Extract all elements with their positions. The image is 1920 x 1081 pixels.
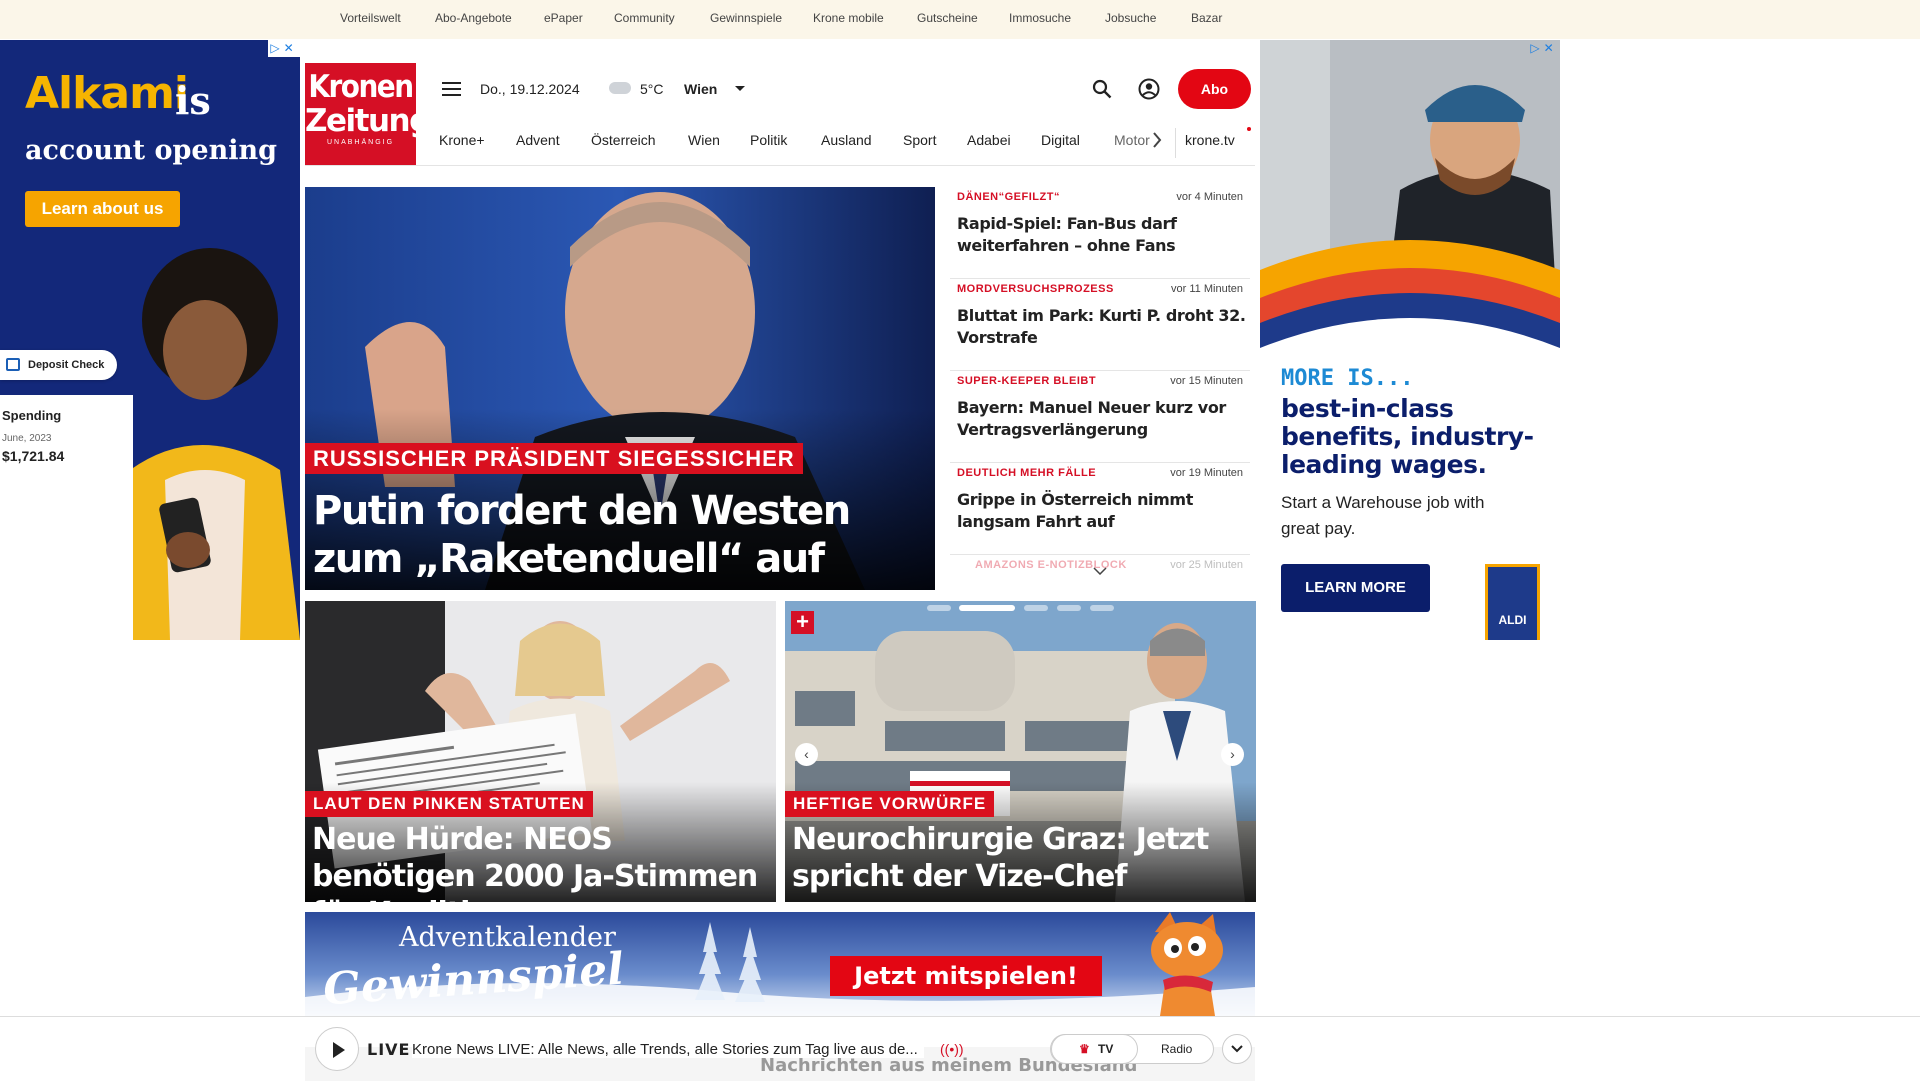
hero-title[interactable]: Putin fordert den Westen zum „Raketendue… — [313, 487, 913, 583]
radio-option[interactable]: Radio — [1161, 1035, 1192, 1063]
ad-tagline: account opening — [25, 135, 277, 166]
list-item[interactable]: AMAZONS E-NOTIZBLOCK vor 25 Minuten — [950, 555, 1250, 597]
chevron-down-icon[interactable] — [735, 86, 745, 91]
ad-deposit-chip: Deposit Check — [0, 350, 117, 380]
chevron-left-icon[interactable]: ‹ — [795, 743, 818, 766]
topbar-link-immosuche[interactable]: Immosuche — [1009, 11, 1071, 25]
broadcast-icon: ((•)) — [940, 1041, 964, 1057]
city-selector[interactable]: Wien — [684, 81, 717, 97]
menu-icon[interactable] — [442, 82, 461, 97]
topbar-link-gewinnspiele[interactable]: Gewinnspiele — [710, 11, 782, 25]
ad-learn-button[interactable]: Learn about us — [25, 191, 180, 227]
nav-item-oesterreich[interactable]: Österreich — [591, 132, 656, 148]
ad-worker-image — [1260, 40, 1560, 365]
ad-headline: best-in-class benefits, industry-leading… — [1281, 394, 1534, 479]
topbar-link-gutscheine[interactable]: Gutscheine — [917, 11, 978, 25]
chevron-down-icon[interactable] — [1093, 567, 1107, 575]
chevron-right-icon[interactable] — [1152, 132, 1162, 148]
card-kicker: HEFTIGE VORWÜRFE — [785, 791, 995, 817]
topbar-link-community[interactable]: Community — [614, 11, 675, 25]
search-icon[interactable] — [1092, 79, 1112, 99]
banner-cta-button[interactable]: Jetzt mitspielen! — [830, 956, 1102, 996]
cloud-icon — [609, 82, 631, 94]
crown-icon: ♛ — [1079, 1042, 1090, 1056]
ad-more-is: MORE IS... — [1281, 366, 1414, 391]
card-title[interactable]: Neue Hürde: NEOS benötigen 2000 Ja-Stimm… — [312, 821, 772, 902]
ad-brand-suffix: is — [175, 78, 211, 123]
article-card-neurochirurgie[interactable]: HEFTIGE VORWÜRFE Neurochirurgie Graz: Je… — [785, 601, 1256, 902]
ad-close-icon[interactable]: ▷✕ — [268, 40, 300, 57]
chevron-right-icon[interactable]: › — [1221, 743, 1244, 766]
nav-item-adabei[interactable]: Adabei — [967, 132, 1011, 148]
fox-mascot-icon — [1151, 912, 1223, 1016]
live-label: LIVE — [367, 1040, 411, 1059]
ad-spending-date: June, 2023 — [2, 433, 52, 444]
top-utility-bar: Vorteilswelt Abo-Angebote ePaper Communi… — [0, 0, 1920, 39]
list-item[interactable]: SUPER-KEEPER BLEIBT vor 15 Minuten Bayer… — [950, 371, 1250, 463]
ad-close-icon[interactable]: ▷✕ — [1528, 40, 1560, 57]
hero-article[interactable]: RUSSISCHER PRÄSIDENT SIEGESSICHER Putin … — [305, 187, 935, 590]
nav-item-sport[interactable]: Sport — [903, 132, 936, 148]
topbar-link-epaper[interactable]: ePaper — [544, 11, 583, 25]
article-card-neos[interactable]: LAUT DEN PINKEN STATUTEN Neue Hürde: NEO… — [305, 601, 776, 902]
advent-banner[interactable]: Adventkalender Gewinnspiel Jetzt mitspie… — [305, 912, 1255, 1016]
expand-button[interactable] — [1222, 1034, 1252, 1064]
right-ad[interactable]: MORE IS... best-in-class benefits, indus… — [1260, 40, 1560, 640]
hero-kicker: RUSSISCHER PRÄSIDENT SIEGESSICHER — [305, 443, 803, 474]
nav-item-krone-plus[interactable]: Krone+ — [439, 132, 485, 148]
ad-spending-label: Spending — [2, 408, 62, 423]
topbar-link-abo-angebote[interactable]: Abo-Angebote — [435, 11, 512, 25]
card-kicker: LAUT DEN PINKEN STATUTEN — [305, 791, 593, 817]
topbar-link-vorteilswelt[interactable]: Vorteilswelt — [340, 11, 401, 25]
live-dot — [1247, 127, 1251, 131]
latest-news-list: DÄNEN“GEFILZT“ vor 4 Minuten Rapid-Spiel… — [950, 187, 1250, 597]
camera-icon — [6, 358, 20, 371]
nav-item-krone-tv[interactable]: krone.tv — [1185, 132, 1235, 148]
account-icon[interactable] — [1138, 78, 1160, 100]
main-nav: Krone+ Advent Österreich Wien Politik Au… — [305, 124, 1255, 166]
chevron-down-icon — [1231, 1045, 1243, 1053]
list-item[interactable]: DÄNEN“GEFILZT“ vor 4 Minuten Rapid-Spiel… — [950, 187, 1250, 279]
krone-plus-badge: + — [791, 611, 814, 634]
ad-learn-more-button[interactable]: LEARN MORE — [1281, 564, 1430, 612]
header-date: Do., 19.12.2024 — [480, 81, 580, 97]
header-temperature: 5°C — [640, 81, 664, 97]
tv-radio-toggle[interactable]: ♛ TV Radio — [1050, 1034, 1214, 1064]
ad-spending-card — [0, 395, 133, 640]
topbar-link-jobsuche[interactable]: Jobsuche — [1105, 11, 1156, 25]
left-ad[interactable]: Alkami is account opening Learn about us… — [0, 40, 300, 640]
ad-aldi-logo: ALDI — [1485, 564, 1540, 640]
nav-item-motor[interactable]: Motor — [1114, 132, 1150, 148]
topbar-link-krone-mobile[interactable]: Krone mobile — [813, 11, 884, 25]
nav-divider — [1175, 128, 1176, 158]
nav-item-politik[interactable]: Politik — [750, 132, 787, 148]
nav-item-digital[interactable]: Digital — [1041, 132, 1080, 148]
play-button[interactable] — [315, 1027, 359, 1071]
list-item[interactable]: MORDVERSUCHSPROZESS vor 11 Minuten Blutt… — [950, 279, 1250, 371]
nav-item-wien[interactable]: Wien — [688, 132, 720, 148]
ad-spending-amount: $1,721.84 — [2, 448, 65, 464]
nav-item-advent[interactable]: Advent — [516, 132, 560, 148]
ad-brand: Alkami — [25, 68, 189, 119]
abo-button[interactable]: Abo — [1178, 69, 1251, 109]
nav-item-ausland[interactable]: Ausland — [821, 132, 872, 148]
card-title[interactable]: Neurochirurgie Graz: Jetzt spricht der V… — [792, 821, 1252, 895]
topbar-link-bazar[interactable]: Bazar — [1191, 11, 1222, 25]
tv-option[interactable]: ♛ TV — [1051, 1034, 1138, 1064]
list-item[interactable]: DEUTLICH MEHR FÄLLE vor 19 Minuten Gripp… — [950, 463, 1250, 555]
live-title[interactable]: Krone News LIVE: Alle News, alle Trends,… — [412, 1041, 924, 1058]
ad-subline: Start a Warehouse job with great pay. — [1281, 493, 1485, 538]
live-player-bar: Nachrichten aus meinem Bundesland LIVE K… — [0, 1016, 1920, 1081]
